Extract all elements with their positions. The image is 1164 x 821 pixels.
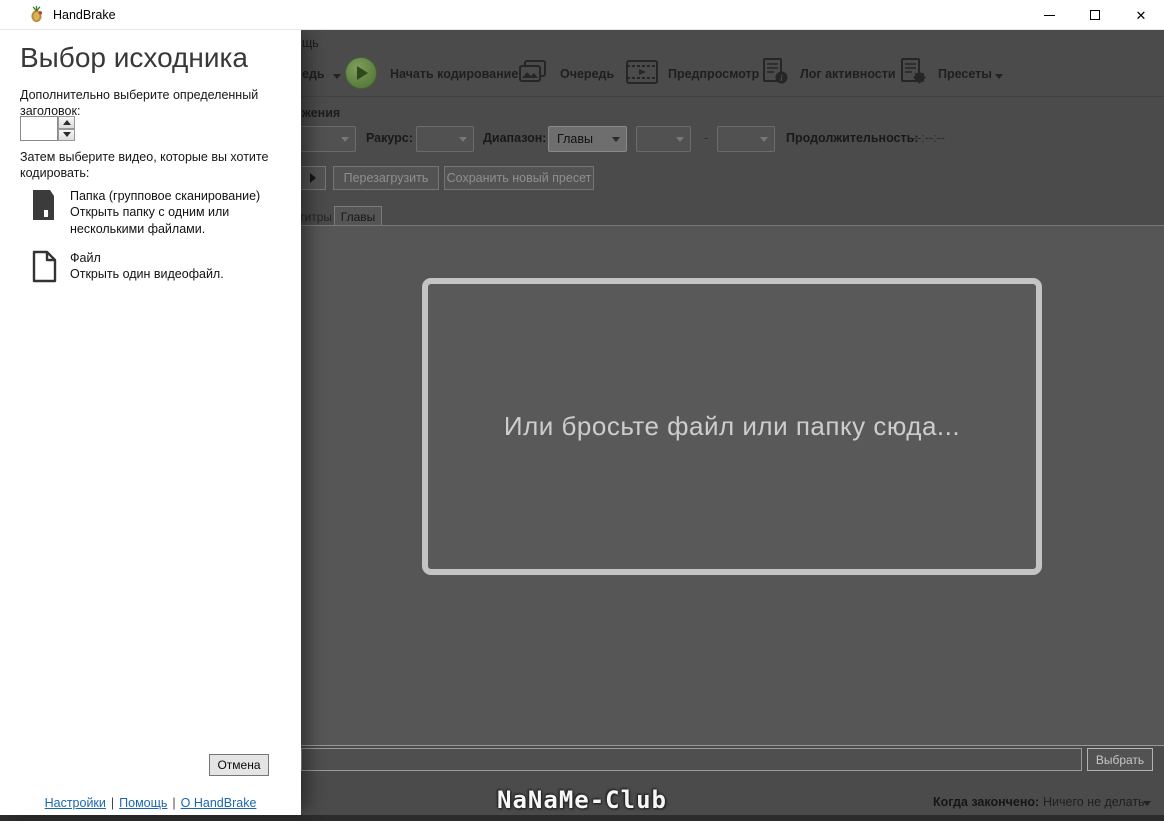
preferences-link[interactable]: Настройки (45, 796, 106, 810)
watermark: NaNaMe-Club (497, 786, 667, 814)
window-bottom-edge (0, 815, 1164, 821)
window-title: HandBrake (53, 7, 116, 22)
panel-title: Выбор исходника (20, 42, 248, 73)
spin-down-button[interactable] (58, 128, 75, 141)
file-icon (32, 250, 57, 283)
title-number-input[interactable] (20, 116, 58, 141)
duration-value: --:--:-- (913, 131, 945, 145)
cancel-button[interactable]: Отмена (209, 754, 269, 776)
range-end-select[interactable] (717, 126, 775, 152)
choose-hint-text: Затем выберите видео, которые вы хотите … (20, 150, 269, 181)
presets-icon[interactable] (900, 58, 928, 86)
add-to-queue-button[interactable]: едь (302, 67, 325, 81)
preset-dropdown-button[interactable] (299, 166, 326, 190)
minimize-icon (1043, 14, 1055, 16)
menu-help-fragment[interactable]: щь (302, 36, 319, 50)
range-label: Диапазон: (483, 131, 547, 145)
preview-icon[interactable] (626, 59, 658, 85)
queue-icon[interactable] (518, 59, 548, 85)
angle-label: Ракурс: (366, 131, 413, 145)
chevron-down-icon[interactable] (333, 74, 341, 79)
about-link[interactable]: О HandBrake (181, 796, 257, 810)
activity-log-button[interactable]: Лог активности (800, 67, 896, 81)
start-encode-label[interactable]: Начать кодирование (390, 67, 518, 81)
source-selection-panel: Выбор исходника Дополнительно выберите о… (0, 30, 301, 815)
arrow-up-icon (62, 119, 71, 125)
link-separator: | (172, 796, 176, 810)
start-encode-button[interactable] (345, 57, 377, 89)
activity-log-icon[interactable]: i (762, 58, 790, 86)
preview-button[interactable]: Предпросмотр (668, 67, 759, 81)
open-file-option[interactable]: Файл Открыть один видеофайл. (30, 250, 270, 284)
range-type-select[interactable]: Главы (548, 126, 627, 152)
titlebar: HandBrake ✕ (0, 0, 1164, 30)
presets-button[interactable]: Пресеты (938, 67, 992, 81)
reload-preset-button[interactable]: Перезагрузить (333, 166, 439, 190)
title-number-stepper (20, 116, 75, 141)
help-link[interactable]: Помощь (119, 796, 167, 810)
maximize-icon (1090, 10, 1100, 20)
browse-button[interactable]: Выбрать (1087, 748, 1153, 771)
tab-chapters[interactable]: Главы (334, 206, 382, 226)
title-select[interactable] (296, 126, 356, 152)
duration-label: Продолжительность: (786, 131, 919, 145)
close-button[interactable]: ✕ (1118, 0, 1164, 30)
file-drop-zone[interactable]: Или бросьте файл или папку сюда... (422, 278, 1042, 575)
range-start-select[interactable] (636, 126, 691, 152)
destination-path-input[interactable] (301, 748, 1082, 771)
arrow-down-icon (62, 132, 71, 138)
spin-up-button[interactable] (58, 116, 75, 129)
queue-button[interactable]: Очередь (560, 67, 614, 81)
minimize-button[interactable] (1026, 0, 1072, 30)
file-option-title: Файл (70, 251, 101, 265)
chevron-down-icon[interactable] (995, 74, 1003, 79)
folder-option-desc: Открыть папку с одним или несколькими фа… (70, 205, 230, 236)
link-separator: | (110, 796, 115, 810)
file-option-desc: Открыть один видеофайл. (70, 267, 224, 282)
batch-folder-icon (33, 190, 54, 220)
open-folder-option[interactable]: Папка (групповое сканирование) Открыть п… (30, 188, 270, 237)
arrow-right-icon (309, 173, 316, 183)
handbrake-window: HandBrake ✕ щь едь Начать кодирование Оч… (0, 0, 1164, 821)
when-done-select[interactable]: Ничего не делать (1043, 795, 1145, 809)
title-hint-text: Дополнительно выберите определенный заго… (20, 88, 259, 119)
source-header-fragment: жения (302, 106, 341, 120)
panel-footer-links: Настройки | Помощь | О HandBrake (0, 796, 301, 810)
range-separator: - (704, 131, 709, 145)
maximize-button[interactable] (1072, 0, 1118, 30)
play-icon (357, 66, 368, 80)
tab-subtitles-fragment[interactable]: титры (299, 210, 332, 224)
folder-option-title: Папка (групповое сканирование) (70, 189, 261, 203)
when-done-label: Когда закончено: (933, 795, 1040, 809)
chevron-down-icon[interactable] (1143, 801, 1151, 806)
drop-zone-text: Или бросьте файл или папку сюда... (503, 411, 961, 441)
close-icon: ✕ (1135, 7, 1147, 23)
save-new-preset-button[interactable]: Сохранить новый пресет (444, 166, 594, 190)
handbrake-logo-icon (31, 6, 43, 23)
angle-select[interactable] (416, 126, 474, 152)
